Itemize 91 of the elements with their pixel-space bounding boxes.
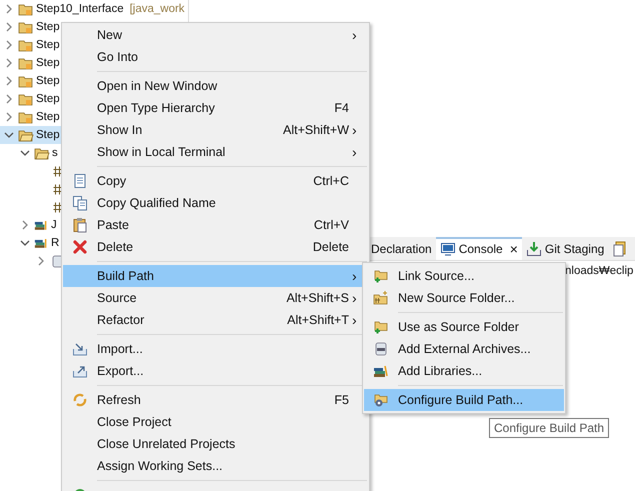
menu-item[interactable]: Close Unrelated Projects <box>63 433 368 455</box>
tree-item[interactable]: R <box>0 234 64 252</box>
tree-item-label: Step10_Interface <box>36 3 124 15</box>
chevron-icon[interactable] <box>4 4 14 14</box>
tree-item-label: R <box>51 237 60 249</box>
menu-item[interactable]: Open in New Window <box>63 75 368 97</box>
menu-item[interactable]: Copy Qualified Name <box>63 192 368 214</box>
menu-item[interactable]: Paste Ctrl+V <box>63 214 368 236</box>
shortcut-text: Ctrl+C <box>313 174 349 188</box>
tree-item[interactable]: Step <box>0 108 64 126</box>
workspace-label: [java_work <box>130 3 185 15</box>
gear-icon <box>373 392 389 408</box>
books-icon <box>34 219 48 231</box>
tree-item-label: Step <box>36 129 60 141</box>
package-icon <box>53 202 64 212</box>
submenu-arrow: › <box>352 290 357 306</box>
tree-item-label: Step <box>36 75 60 87</box>
menu-item[interactable]: New Source Folder... <box>364 287 564 309</box>
tree-item[interactable]: Step <box>0 54 64 72</box>
tree-item-label: s <box>52 147 58 159</box>
download-icon <box>526 240 542 256</box>
chevron-icon[interactable] <box>36 256 46 266</box>
chevron-icon[interactable] <box>4 112 14 122</box>
chevron-icon[interactable] <box>4 94 14 104</box>
menu-item[interactable]: Configure Build Path... <box>364 389 564 411</box>
shortcut-text: Alt+Shift+T <box>287 313 349 327</box>
menu-item[interactable]: Use as Source Folder <box>364 316 564 338</box>
submenu-arrow: › <box>352 312 357 328</box>
chevron-icon[interactable] <box>20 238 30 248</box>
submenu-arrow: › <box>352 144 357 160</box>
menu-item[interactable]: Assign Working Sets... <box>63 455 368 477</box>
documents-icon <box>72 195 88 211</box>
menu-item[interactable]: New › <box>63 24 368 46</box>
document-icon <box>612 240 628 256</box>
tree-item[interactable]: J <box>0 216 61 234</box>
shortcut-text: Ctrl+V <box>314 218 349 232</box>
tree-item-label: Step <box>36 111 60 123</box>
folder-icon <box>373 290 389 306</box>
tree-item[interactable]: Step <box>0 90 64 108</box>
document-icon <box>72 173 88 189</box>
chevron-icon[interactable] <box>4 130 14 140</box>
books-icon <box>373 363 389 379</box>
tree-item[interactable]: Step <box>0 36 64 54</box>
menu-item[interactable]: Open Type Hierarchy F4 <box>63 97 368 119</box>
chevron-icon[interactable] <box>20 220 30 230</box>
tree-item-label: Step <box>36 93 60 105</box>
tree-item[interactable]: Step <box>0 72 64 90</box>
tree-item[interactable]: Step <box>0 18 64 36</box>
submenu-arrow: › <box>352 268 357 284</box>
console-path-text: nloads₩eclip <box>565 265 634 277</box>
shortcut-text: Alt+Shift+W <box>283 123 349 137</box>
folder-plus-icon <box>373 319 389 335</box>
submenu-arrow: › <box>352 122 357 138</box>
tooltip: Configure Build Path <box>489 418 610 438</box>
shortcut-text: Delete <box>312 240 349 254</box>
package-icon <box>53 184 64 194</box>
jar-icon <box>373 341 389 357</box>
tree-item-label: Step <box>36 57 60 69</box>
menu-item[interactable]: Copy Ctrl+C <box>63 170 368 192</box>
tree-item-label: Step <box>36 39 60 51</box>
clipboard-icon <box>72 217 88 233</box>
tree-item[interactable]: Step <box>0 126 64 144</box>
menu-item[interactable]: Go Into <box>63 46 368 68</box>
tree-item-label: Step <box>36 21 60 33</box>
menu-item[interactable]: Show in Local Terminal › <box>63 141 368 163</box>
folder-plus-icon <box>373 268 389 284</box>
tab[interactable]: Declaration <box>367 237 436 260</box>
chevron-icon[interactable] <box>4 58 14 68</box>
tab[interactable]: Console × <box>436 237 522 260</box>
chevron-icon[interactable] <box>20 148 30 158</box>
menu-item[interactable]: Close Project <box>63 411 368 433</box>
shortcut-text: Alt+Shift+S <box>286 291 349 305</box>
shortcut-text: F5 <box>334 393 349 407</box>
menu-item[interactable]: Show In Alt+Shift+W › <box>63 119 368 141</box>
tab[interactable]: Git Staging <box>522 237 608 260</box>
close-button[interactable]: × <box>510 240 518 256</box>
tree-item-label: J <box>51 219 57 231</box>
shortcut-text: F4 <box>334 101 349 115</box>
tree-item[interactable]: s <box>0 144 62 162</box>
chevron-icon[interactable] <box>4 22 14 32</box>
chevron-icon[interactable] <box>4 40 14 50</box>
books-icon <box>34 237 48 249</box>
submenu-arrow: › <box>352 27 357 43</box>
menu-item[interactable]: Delete Delete <box>63 236 368 258</box>
package-icon <box>53 166 64 176</box>
chevron-icon[interactable] <box>4 76 14 86</box>
refresh-icon <box>72 392 88 408</box>
cross-icon <box>72 239 88 255</box>
tree-item[interactable]: Step10_Interface [java_work <box>0 0 189 18</box>
tray-arrow-icon <box>72 341 88 357</box>
monitor-icon <box>440 240 456 256</box>
